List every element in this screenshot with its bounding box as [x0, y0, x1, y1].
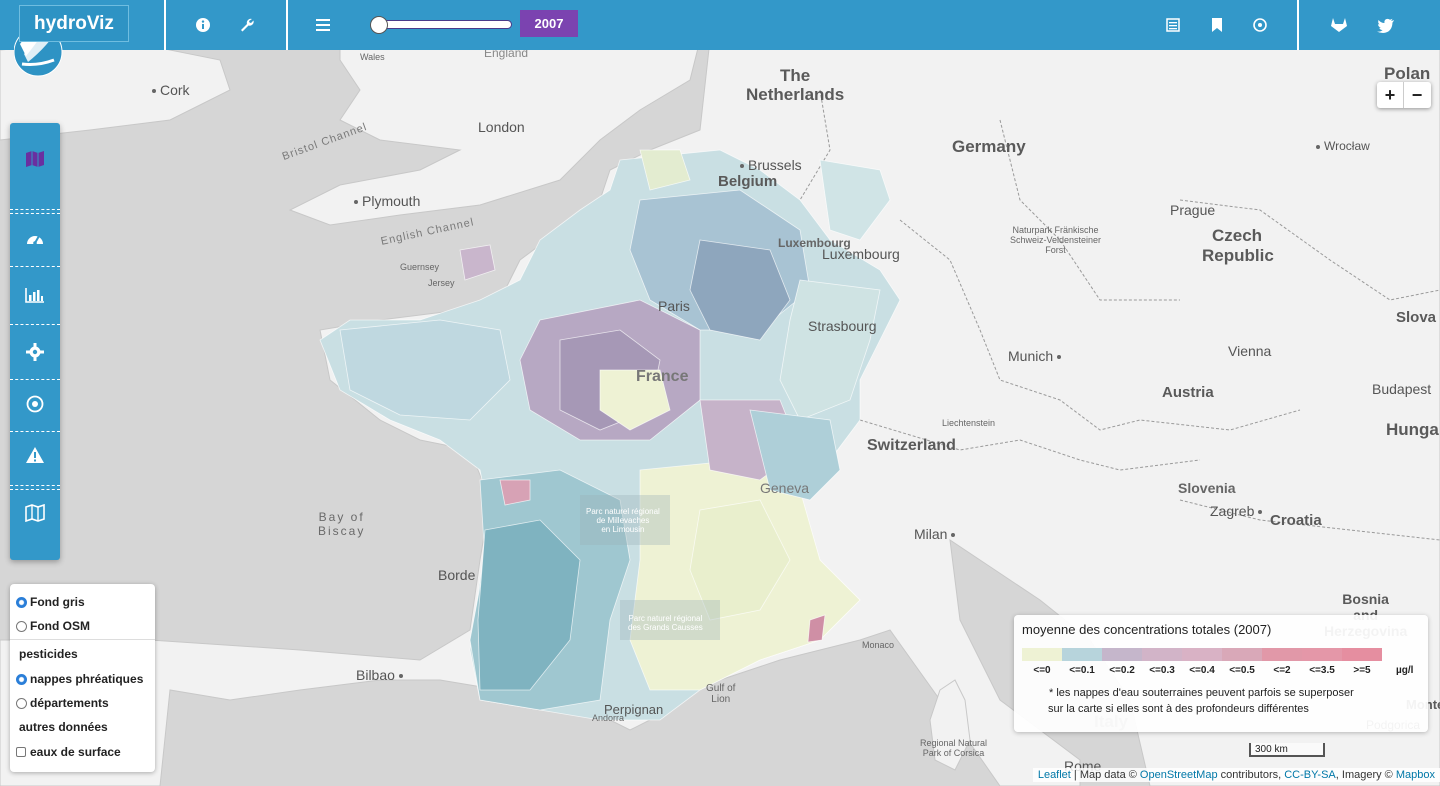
- zoom-control: + −: [1377, 82, 1431, 108]
- zoom-in-button[interactable]: +: [1377, 82, 1403, 108]
- warning-icon: [25, 446, 45, 469]
- legend-class-label: <=3.5: [1309, 665, 1335, 676]
- layer-fond-osm[interactable]: Fond OSM: [16, 619, 90, 633]
- layer-label: Fond gris: [30, 595, 85, 609]
- leaflet-link[interactable]: Leaflet: [1038, 769, 1071, 781]
- sidenav-map-filled[interactable]: [10, 133, 60, 189]
- legend-swatch: [1102, 648, 1142, 661]
- legend-note-line-1: * les nappes d'eau souterraines peuvent …: [1049, 687, 1354, 699]
- sidenav-settings[interactable]: [10, 326, 60, 382]
- wrench-icon[interactable]: [236, 14, 258, 36]
- sidenav-chart[interactable]: [10, 269, 60, 325]
- side-navigation: [10, 123, 60, 560]
- section-autres-donnees: autres données: [19, 720, 108, 734]
- layer-nappes-phreatiques[interactable]: nappes phréatiques: [16, 672, 143, 686]
- bookmark-icon[interactable]: [1206, 14, 1228, 36]
- legend-color-bar: [1022, 648, 1382, 661]
- dot-circle-icon: [26, 395, 44, 418]
- radio-button[interactable]: [16, 596, 27, 608]
- legend-class-labels: <=0 <=0.1 <=0.2 <=0.3 <=0.4 <=0.5 <=2 <=3.5 >=5: [1022, 665, 1382, 676]
- bar-chart-icon: [25, 287, 45, 308]
- park-millevaches: [580, 495, 670, 545]
- legend-swatch: [1062, 648, 1102, 661]
- legend-swatch: [1302, 648, 1342, 661]
- top-bar: hydroViz 2007: [0, 0, 1440, 77]
- legend-title: moyenne des concentrations totales (2007…: [1022, 622, 1272, 637]
- map-outline-icon: [25, 503, 45, 527]
- gitlab-icon[interactable]: [1328, 14, 1350, 36]
- legend-class-label: <=0.5: [1229, 665, 1255, 676]
- sidenav-target[interactable]: [10, 378, 60, 434]
- sidenav-warning[interactable]: [10, 429, 60, 485]
- layer-label: nappes phréatiques: [30, 672, 144, 686]
- toolbar-divider: [164, 0, 166, 50]
- radio-button[interactable]: [16, 620, 27, 632]
- gear-icon: [26, 342, 44, 366]
- osm-link[interactable]: OpenStreetMap: [1140, 769, 1218, 781]
- attribution-text: , Imagery ©: [1335, 769, 1396, 781]
- attribution: Leaflet | Map data © OpenStreetMap contr…: [1032, 768, 1440, 782]
- map-filled-icon: [25, 150, 45, 173]
- sidenav-divider: [10, 485, 60, 486]
- legend-class-label: <=0.3: [1149, 665, 1175, 676]
- menu-icon[interactable]: [312, 14, 334, 36]
- target-icon[interactable]: [1249, 14, 1271, 36]
- layer-eaux-de-surface[interactable]: eaux de surface: [16, 745, 121, 759]
- legend-class-label: <=2: [1273, 665, 1291, 676]
- radio-button[interactable]: [16, 697, 27, 709]
- app-logo[interactable]: hydroViz: [19, 5, 129, 42]
- dashboard-icon: [25, 230, 45, 251]
- panel-divider: [10, 639, 155, 640]
- layer-label: Fond OSM: [30, 619, 90, 633]
- year-display: 2007: [520, 10, 578, 37]
- layer-control-panel: Fond gris Fond OSM pesticides nappes phr…: [10, 584, 155, 772]
- legend-swatch: [1022, 648, 1062, 661]
- legend-swatch: [1182, 648, 1222, 661]
- attribution-text: contributors,: [1217, 769, 1285, 781]
- layer-fond-gris[interactable]: Fond gris: [16, 595, 85, 609]
- license-link[interactable]: CC-BY-SA: [1284, 769, 1336, 781]
- scale-bar: 300 km: [1249, 743, 1325, 757]
- sidenav-divider: [10, 209, 60, 210]
- sidenav-divider: [10, 324, 60, 325]
- info-icon[interactable]: [192, 14, 214, 36]
- legend-swatch: [1342, 648, 1382, 661]
- legend-class-label: <=0.1: [1069, 665, 1095, 676]
- legend-class-label: <=0: [1033, 665, 1051, 676]
- sidenav-map-outline[interactable]: [10, 487, 60, 543]
- checkbox[interactable]: [16, 747, 26, 757]
- legend-note: * les nappes d'eau souterraines peuvent …: [1048, 685, 1394, 717]
- attribution-text: | Map data ©: [1070, 769, 1140, 781]
- sidenav-dashboard[interactable]: [10, 212, 60, 268]
- legend-class-label: <=0.2: [1109, 665, 1135, 676]
- toolbar-divider: [286, 0, 288, 50]
- document-icon[interactable]: [1162, 14, 1184, 36]
- legend-class-label: >=5: [1353, 665, 1371, 676]
- twitter-icon[interactable]: [1375, 14, 1397, 36]
- zoom-out-button[interactable]: −: [1403, 82, 1430, 108]
- layer-label: eaux de surface: [30, 745, 121, 759]
- park-grands-causses: [620, 600, 720, 640]
- year-slider-track[interactable]: [378, 20, 512, 29]
- radio-button[interactable]: [16, 673, 27, 685]
- toolbar-divider: [1297, 0, 1299, 50]
- layer-label: départements: [30, 696, 109, 710]
- mapbox-link[interactable]: Mapbox: [1396, 769, 1435, 781]
- year-slider-thumb[interactable]: [370, 16, 388, 34]
- legend-note-line-2: sur la carte si elles sont à des profond…: [1048, 703, 1309, 715]
- layer-departements[interactable]: départements: [16, 696, 109, 710]
- legend-swatch: [1142, 648, 1182, 661]
- legend-swatch: [1262, 648, 1302, 661]
- map-legend: moyenne des concentrations totales (2007…: [1014, 615, 1428, 732]
- section-pesticides: pesticides: [19, 647, 78, 661]
- legend-unit: µg/l: [1396, 665, 1414, 676]
- sidenav-divider: [10, 266, 60, 267]
- legend-swatch: [1222, 648, 1262, 661]
- legend-class-label: <=0.4: [1189, 665, 1215, 676]
